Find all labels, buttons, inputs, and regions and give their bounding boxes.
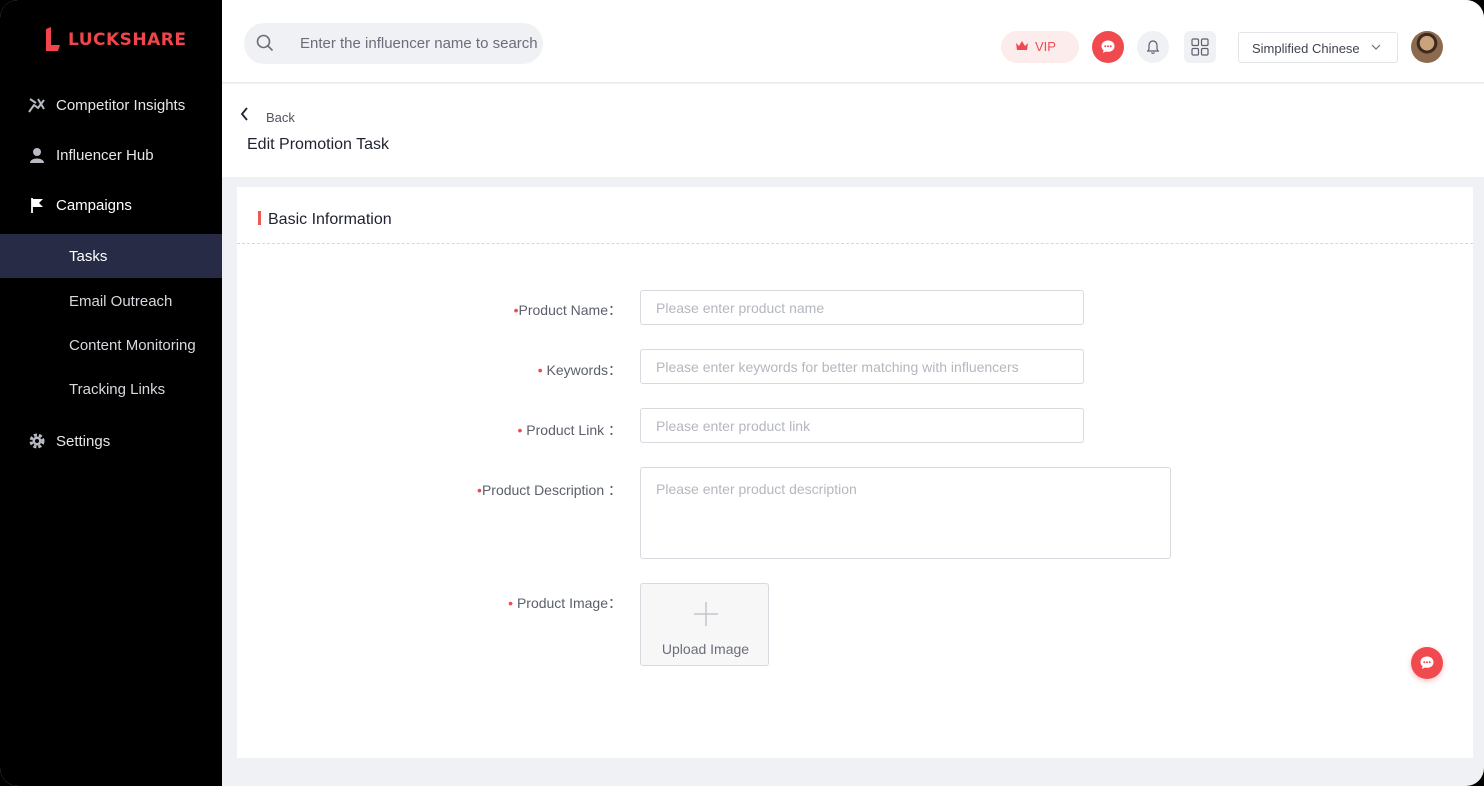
product-description-label: •Product Description ： bbox=[477, 480, 622, 500]
product-description-label-text: Product Description ： bbox=[481, 482, 622, 498]
user-icon bbox=[28, 146, 46, 164]
back-button[interactable]: Back bbox=[240, 107, 295, 125]
chat-icon bbox=[1101, 40, 1115, 53]
chevron-down-icon bbox=[1371, 44, 1381, 50]
avatar[interactable] bbox=[1411, 31, 1443, 63]
search-icon bbox=[256, 34, 274, 52]
floating-chat-button[interactable] bbox=[1411, 647, 1443, 679]
product-link-label-text: Product Link ： bbox=[522, 422, 622, 438]
apps-button[interactable] bbox=[1184, 31, 1216, 63]
sidebar-subitem-label: Tasks bbox=[69, 247, 108, 265]
gear-icon bbox=[28, 432, 46, 450]
sidebar-item-competitor-insights[interactable]: Competitor Insights bbox=[0, 85, 222, 125]
product-link-label: • Product Link ： bbox=[517, 420, 622, 440]
page-title: Edit Promotion Task bbox=[247, 136, 389, 153]
bell-icon bbox=[1146, 40, 1160, 54]
form-card: Basic Information •Product Name： Please … bbox=[237, 187, 1473, 758]
page-header: Back Edit Promotion Task bbox=[222, 84, 1484, 177]
keywords-input[interactable]: Please enter keywords for better matchin… bbox=[640, 349, 1084, 384]
sidebar-item-label: Competitor Insights bbox=[56, 96, 186, 114]
sidebar-item-label: Settings bbox=[56, 432, 111, 450]
search-placeholder: Enter the influencer name to search bbox=[300, 35, 538, 52]
product-name-label: •Product Name： bbox=[514, 300, 622, 320]
chevron-left-icon bbox=[240, 107, 248, 121]
keywords-label: • Keywords： bbox=[538, 360, 622, 380]
sidebar-subitem-label: Tracking Links bbox=[69, 380, 166, 398]
sidebar-item-influencer-hub[interactable]: Influencer Hub bbox=[0, 135, 222, 175]
sidebar-item-settings[interactable]: Settings bbox=[0, 421, 222, 461]
product-description-textarea[interactable]: Please enter product description bbox=[640, 467, 1171, 559]
search-input[interactable]: Enter the influencer name to search bbox=[244, 23, 543, 64]
sidebar-item-label: Campaigns bbox=[56, 196, 132, 214]
vip-button[interactable]: VIP bbox=[1001, 31, 1079, 63]
product-description-placeholder: Please enter product description bbox=[656, 481, 857, 497]
vip-label: VIP bbox=[1035, 39, 1056, 54]
grid-icon bbox=[1191, 38, 1209, 56]
section-divider bbox=[237, 243, 1473, 244]
keywords-placeholder: Please enter keywords for better matchin… bbox=[656, 359, 1019, 375]
notifications-button[interactable] bbox=[1137, 31, 1169, 63]
messages-button[interactable] bbox=[1092, 31, 1124, 63]
back-label: Back bbox=[266, 110, 295, 125]
product-name-input[interactable]: Please enter product name bbox=[640, 290, 1084, 325]
chat-icon bbox=[1420, 656, 1434, 669]
sidebar-subitem-tracking-links[interactable]: Tracking Links bbox=[0, 367, 222, 411]
product-image-label: • Product Image： bbox=[508, 593, 622, 613]
top-bar: Enter the influencer name to search VIP … bbox=[222, 0, 1484, 83]
upload-image-label: Upload Image bbox=[661, 641, 750, 657]
section-accent-bar bbox=[258, 211, 261, 225]
product-name-label-text: Product Name： bbox=[518, 302, 622, 318]
keywords-label-text: Keywords： bbox=[542, 362, 622, 378]
sidebar-subitem-tasks[interactable]: Tasks bbox=[0, 234, 222, 278]
sidebar-subitem-label: Email Outreach bbox=[69, 292, 173, 310]
brand-name: LUCKSHARE bbox=[68, 30, 187, 50]
sidebar-item-label: Influencer Hub bbox=[56, 146, 154, 164]
section-title: Basic Information bbox=[268, 211, 392, 228]
product-name-placeholder: Please enter product name bbox=[656, 300, 825, 316]
product-link-input[interactable]: Please enter product link bbox=[640, 408, 1084, 443]
insights-icon bbox=[28, 96, 46, 114]
product-link-placeholder: Please enter product link bbox=[656, 418, 811, 434]
sidebar-subitem-email-outreach[interactable]: Email Outreach bbox=[0, 279, 222, 323]
app-window: LUCKSHARE Competitor Insights Influencer… bbox=[0, 0, 1484, 786]
language-value: Simplified Chinese bbox=[1252, 41, 1360, 56]
sidebar: LUCKSHARE Competitor Insights Influencer… bbox=[0, 0, 222, 786]
sidebar-subitem-content-monitoring[interactable]: Content Monitoring bbox=[0, 323, 222, 367]
brand-logo[interactable]: LUCKSHARE bbox=[44, 27, 187, 53]
plus-icon bbox=[694, 602, 718, 626]
product-image-label-text: Product Image： bbox=[513, 595, 622, 611]
sidebar-subitem-label: Content Monitoring bbox=[69, 336, 196, 354]
crown-icon bbox=[1016, 41, 1028, 50]
language-select[interactable]: Simplified Chinese bbox=[1238, 32, 1398, 63]
flag-icon bbox=[28, 196, 46, 214]
logo-icon bbox=[46, 27, 60, 51]
upload-image-button[interactable]: Upload Image bbox=[640, 583, 769, 666]
sidebar-item-campaigns[interactable]: Campaigns bbox=[0, 185, 222, 225]
